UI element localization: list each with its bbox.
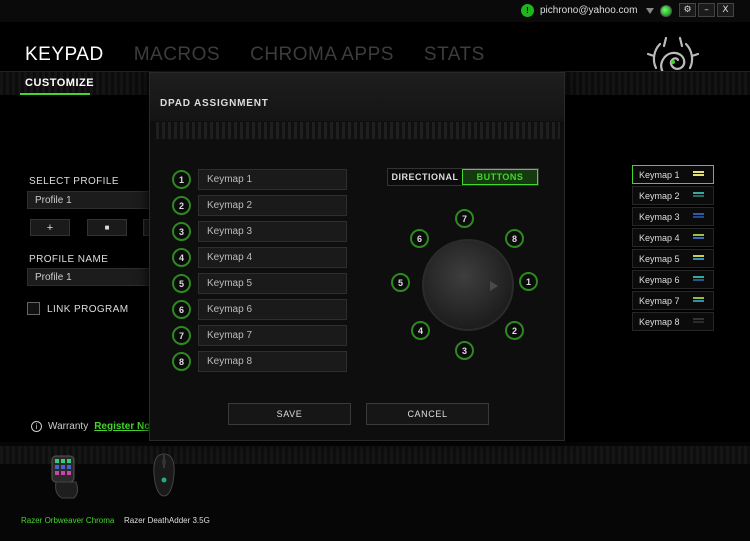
direction-button[interactable]: 4: [411, 321, 430, 340]
keymap-assignment-select[interactable]: Keymap 7: [198, 325, 347, 346]
cancel-button[interactable]: CANCEL: [366, 403, 489, 425]
delete-profile-button[interactable]: ■: [87, 219, 127, 236]
keymap-assignment-select[interactable]: Keymap 5: [198, 273, 347, 294]
keymap-color-swatch: [693, 234, 704, 241]
keymap-item-label: Keymap 3: [639, 212, 680, 222]
title-bar: ! pichrono@yahoo.com ⚙ – X: [0, 0, 750, 22]
register-link[interactable]: Register No: [94, 421, 150, 432]
keymap-color-swatch: [693, 255, 704, 262]
warranty-label: Warranty: [48, 421, 89, 432]
notification-badge[interactable]: !: [521, 4, 534, 17]
keymap-item[interactable]: Keymap 5: [632, 249, 714, 268]
keymap-assignment-select[interactable]: Keymap 2: [198, 195, 347, 216]
direction-button[interactable]: 7: [455, 209, 474, 228]
add-profile-button[interactable]: +: [30, 219, 70, 236]
row-number-badge: 6: [172, 300, 191, 319]
tab-chroma-apps[interactable]: CHROMA APPS: [250, 44, 394, 66]
dpad-graphic: [422, 239, 514, 331]
keymap-color-swatch: [693, 171, 704, 178]
close-button[interactable]: X: [717, 3, 734, 17]
profile-name-input[interactable]: Profile 1: [27, 268, 152, 286]
settings-button[interactable]: ⚙: [679, 3, 696, 17]
keymap-assignment-select[interactable]: Keymap 8: [198, 351, 347, 372]
row-number-badge: 8: [172, 352, 191, 371]
direction-button[interactable]: 6: [410, 229, 429, 248]
keymap-color-swatch: [693, 297, 704, 304]
keymap-assignment-select[interactable]: Keymap 4: [198, 247, 347, 268]
dpad-arrow-icon: [490, 281, 498, 291]
orbweaver-device-icon[interactable]: [46, 452, 86, 502]
direction-button[interactable]: 5: [391, 273, 410, 292]
keymap-assignment-select[interactable]: Keymap 6: [198, 299, 347, 320]
chevron-down-icon[interactable]: [646, 7, 655, 14]
account-menu[interactable]: ! pichrono@yahoo.com: [521, 4, 673, 17]
sync-status-icon[interactable]: [660, 4, 673, 17]
tab-macros[interactable]: MACROS: [134, 44, 220, 66]
profile-name-label: PROFILE NAME: [29, 254, 109, 265]
keymap-item[interactable]: Keymap 7: [632, 291, 714, 310]
deathadder-device-icon[interactable]: [150, 452, 178, 498]
dialog-header-pattern: [156, 122, 560, 139]
keymap-item[interactable]: Keymap 3: [632, 207, 714, 226]
warranty-row: i Warranty Register No: [31, 421, 150, 432]
dpad-assignment-dialog: DPAD ASSIGNMENT 1 Keymap 1 2 Keymap 2 3 Keyma…: [149, 72, 565, 441]
tab-keypad[interactable]: KEYPAD: [25, 44, 104, 66]
direction-button[interactable]: 3: [455, 341, 474, 360]
direction-button[interactable]: 8: [505, 229, 524, 248]
main-tabs: KEYPAD MACROS CHROMA APPS STATS: [25, 44, 485, 66]
link-program-label: LINK PROGRAM: [47, 304, 129, 315]
keymap-item[interactable]: Keymap 2: [632, 186, 714, 205]
keymap-item-label: Keymap 4: [639, 233, 680, 243]
keymap-item[interactable]: Keymap 8: [632, 312, 714, 331]
profile-select[interactable]: Profile 1: [27, 191, 152, 209]
row-number-badge: 2: [172, 196, 191, 215]
mode-directional-button[interactable]: DIRECTIONAL: [388, 169, 462, 185]
active-tab-indicator: [20, 93, 90, 95]
dialog-title: DPAD ASSIGNMENT: [160, 98, 269, 109]
select-profile-label: SELECT PROFILE: [29, 176, 119, 187]
keymap-color-swatch: [693, 192, 704, 199]
keymap-item-label: Keymap 1: [639, 170, 680, 180]
dialog-header: DPAD ASSIGNMENT: [150, 73, 564, 121]
keymap-color-swatch: [693, 276, 704, 283]
keymap-item-label: Keymap 2: [639, 191, 680, 201]
keymap-item[interactable]: Keymap 6: [632, 270, 714, 289]
row-number-badge: 7: [172, 326, 191, 345]
keymap-item-label: Keymap 7: [639, 296, 680, 306]
tab-customize[interactable]: CUSTOMIZE: [25, 77, 94, 89]
keymap-item[interactable]: Keymap 1: [632, 165, 714, 184]
mode-toggle: DIRECTIONAL BUTTONS: [387, 168, 539, 186]
direction-button[interactable]: 2: [505, 321, 524, 340]
row-number-badge: 4: [172, 248, 191, 267]
keymap-color-swatch: [693, 213, 704, 220]
row-number-badge: 3: [172, 222, 191, 241]
keymap-item-label: Keymap 6: [639, 275, 680, 285]
device-label-orbweaver[interactable]: Razer Orbweaver Chroma: [21, 516, 114, 525]
tab-stats[interactable]: STATS: [424, 44, 485, 66]
keymap-item[interactable]: Keymap 4: [632, 228, 714, 247]
keymap-assignment-select[interactable]: Keymap 1: [198, 169, 347, 190]
info-icon: i: [31, 421, 42, 432]
account-email[interactable]: pichrono@yahoo.com: [540, 5, 637, 16]
row-number-badge: 1: [172, 170, 191, 189]
link-program-checkbox[interactable]: [27, 302, 40, 315]
keymap-item-label: Keymap 5: [639, 254, 680, 264]
keymap-color-swatch: [693, 318, 704, 325]
mode-buttons-button[interactable]: BUTTONS: [462, 169, 538, 185]
keymap-item-label: Keymap 8: [639, 317, 680, 327]
direction-button[interactable]: 1: [519, 272, 538, 291]
device-label-deathadder[interactable]: Razer DeathAdder 3.5G: [124, 516, 210, 525]
save-button[interactable]: SAVE: [228, 403, 351, 425]
window-controls: ⚙ – X: [679, 3, 734, 17]
minimize-button[interactable]: –: [698, 3, 715, 17]
row-number-badge: 5: [172, 274, 191, 293]
keymap-assignment-select[interactable]: Keymap 3: [198, 221, 347, 242]
device-strip-pattern: [0, 446, 750, 464]
